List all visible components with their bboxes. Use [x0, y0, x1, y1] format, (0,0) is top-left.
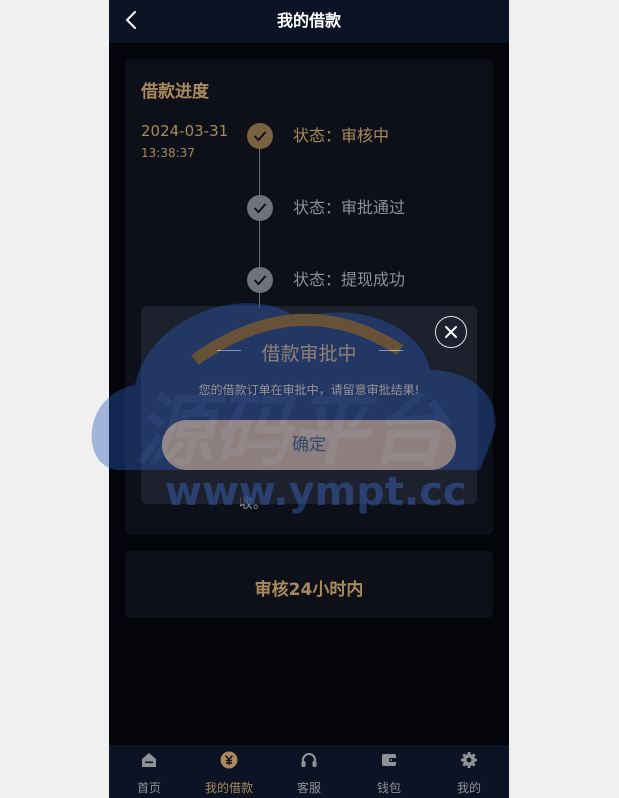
- dialog-close-button[interactable]: [435, 316, 467, 348]
- headset-icon: [301, 753, 317, 767]
- timeline-step-3-dot: [247, 267, 273, 293]
- tab-home[interactable]: 首页: [109, 745, 189, 798]
- top-nav-bar: 我的借款: [109, 0, 509, 43]
- gear-icon: [461, 752, 477, 768]
- yuan-coin-icon: [220, 751, 238, 769]
- tab-label: 钱包: [376, 781, 401, 795]
- title-divider-right: [379, 350, 403, 351]
- review-time-card: 审核24小时内: [125, 551, 493, 618]
- back-button[interactable]: [119, 8, 147, 34]
- wallet-icon: [382, 754, 396, 766]
- confirm-button[interactable]: 确定: [162, 420, 456, 470]
- home-icon: [142, 753, 156, 767]
- review-time-text: 审核24小时内: [254, 580, 364, 600]
- tab-customer-service[interactable]: 客服: [269, 745, 349, 798]
- progress-time: 13:38:37: [141, 146, 195, 160]
- chevron-left-icon: [126, 11, 136, 29]
- progress-title: 借款进度: [141, 82, 209, 102]
- timeline-step-3-label: 状态：提现成功: [293, 270, 406, 289]
- timeline-step-1-label: 状态：审核中: [293, 126, 390, 145]
- check-icon: [253, 275, 267, 286]
- dialog-title: 借款审批中: [261, 343, 357, 365]
- tab-label: 首页: [136, 781, 161, 795]
- page-title: 我的借款: [276, 11, 341, 30]
- check-icon: [253, 203, 267, 214]
- progress-date: 2024-03-31: [141, 122, 229, 140]
- tab-wallet[interactable]: 钱包: [349, 745, 429, 798]
- tab-label: 我的: [456, 781, 481, 795]
- timeline-step-1-dot: [247, 123, 273, 149]
- phone-screen: 我的借款 借款进度 2024-03-31 13:38:37 状态：审核中 状态：…: [109, 0, 509, 798]
- timeline-step-2-label: 状态：审批通过: [293, 198, 406, 217]
- tab-label: 客服: [296, 781, 321, 795]
- check-icon: [253, 131, 267, 142]
- timeline-step-2-dot: [247, 195, 273, 221]
- tab-my-loans[interactable]: 我的借款: [189, 745, 269, 798]
- approval-dialog: 借款审批中 您的借款订单在审批中，请留意审批结果! 确定: [141, 306, 477, 504]
- close-icon: [445, 326, 457, 338]
- bottom-tab-bar: 首页 我的借款 客服 钱包 我的: [109, 745, 509, 798]
- tab-label: 我的借款: [204, 781, 253, 795]
- tab-profile[interactable]: 我的: [429, 745, 509, 798]
- dialog-message: 您的借款订单在审批中，请留意审批结果!: [198, 383, 420, 397]
